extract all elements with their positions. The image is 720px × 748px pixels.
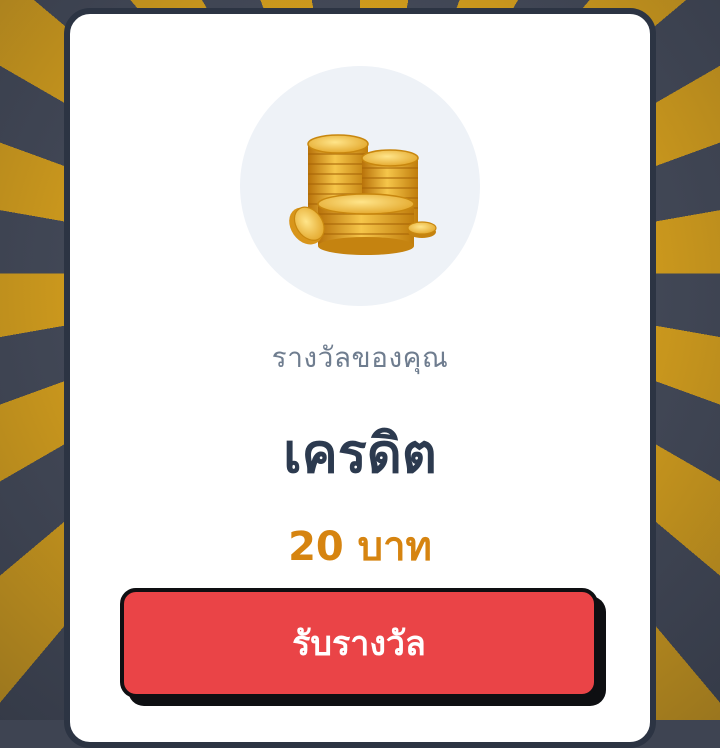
reward-subtitle: รางวัลของคุณ <box>271 341 449 374</box>
reward-title: เครดิต <box>283 422 437 485</box>
reward-card: รางวัลของคุณ เครดิต 20 บาท รับรางวัล <box>64 8 656 748</box>
reward-amount: 20 บาท <box>288 524 432 570</box>
gold-coins-icon <box>289 134 437 255</box>
claim-reward-button[interactable]: รับรางวัล <box>120 588 598 698</box>
claim-reward-button-label: รับรางวัล <box>292 624 426 664</box>
reward-image-circle <box>240 66 480 306</box>
